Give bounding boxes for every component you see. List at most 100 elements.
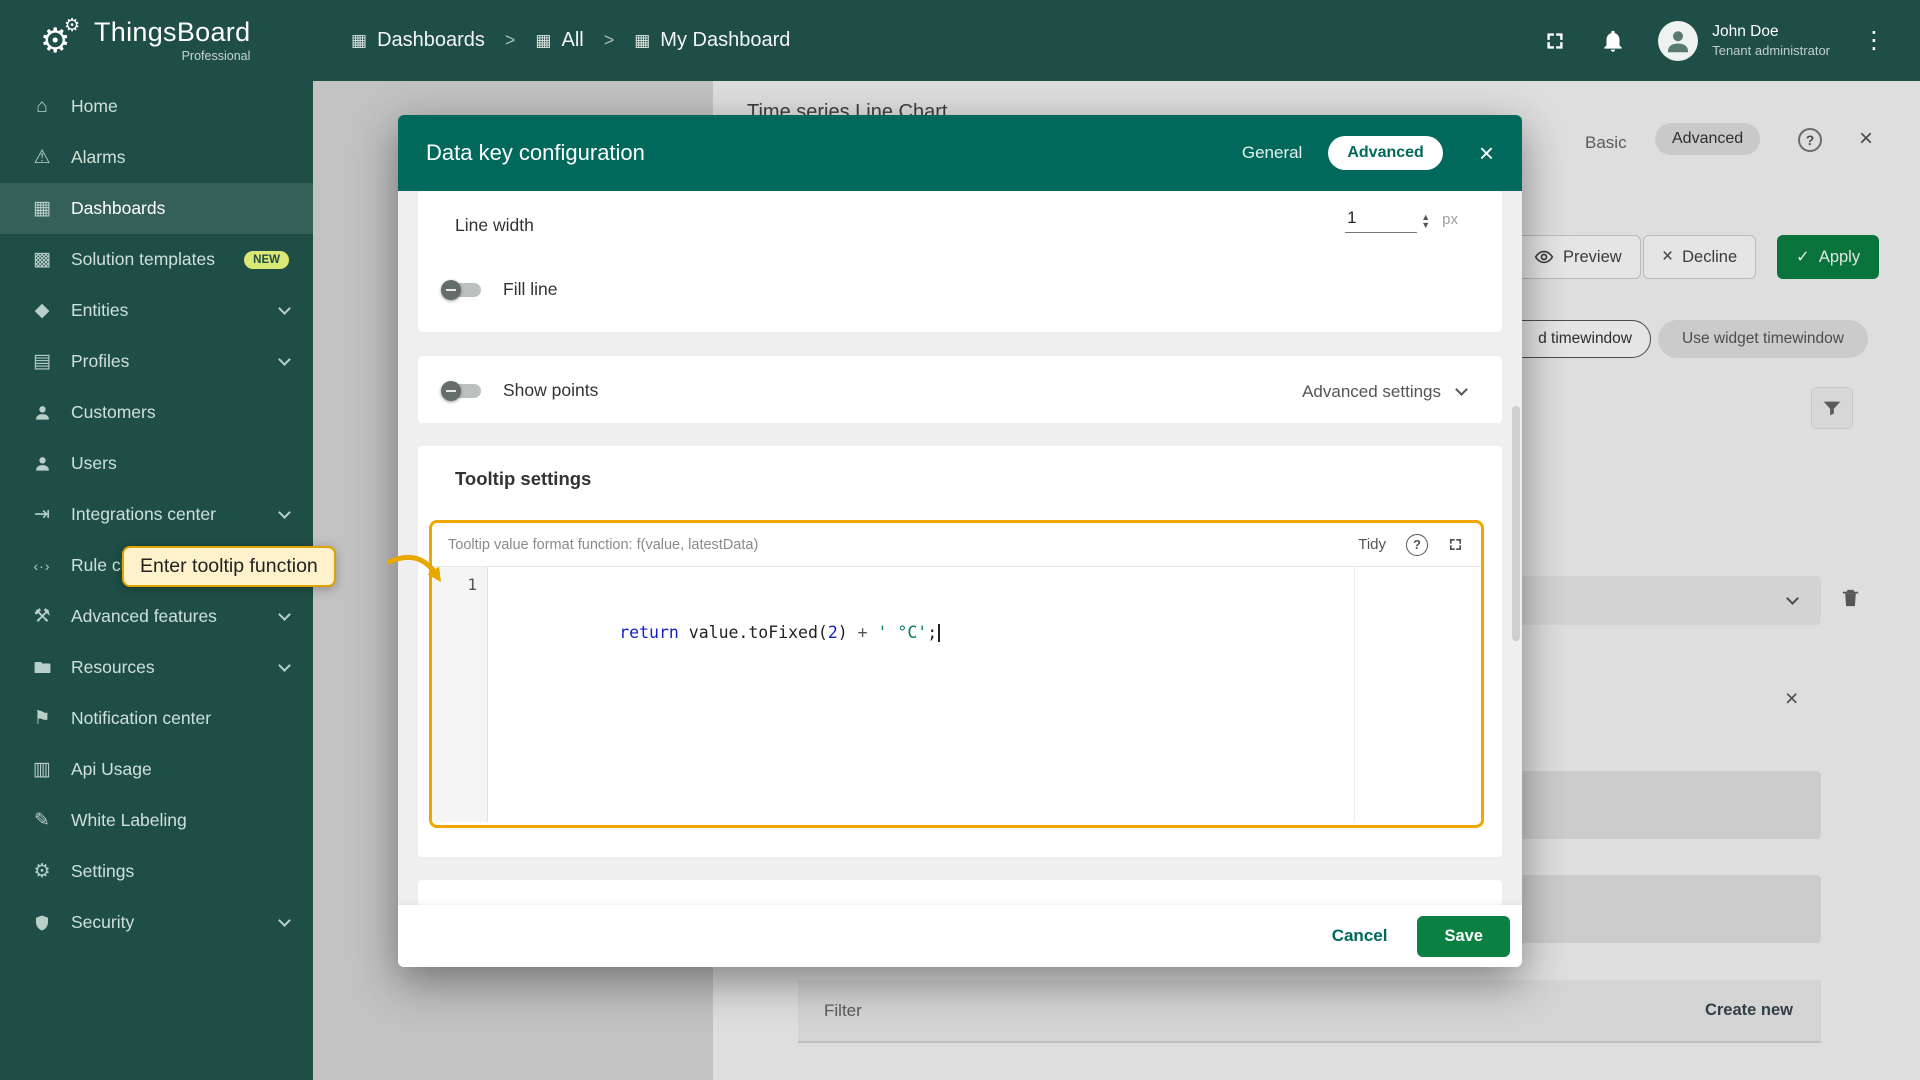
avatar [1658, 21, 1698, 61]
print-margin-line [1354, 567, 1355, 822]
tooltip-function-editor: Tooltip value format function: f(value, … [429, 520, 1484, 828]
breadcrumb-item[interactable]: ▦ Dashboards [351, 29, 485, 52]
sidebar-item-label: Entities [71, 300, 272, 321]
user-menu[interactable]: John Doe Tenant administrator [1658, 21, 1830, 61]
breadcrumb: ▦ Dashboards > ▦All > ▦My Dashboard [351, 29, 790, 52]
sidebar-item-label: Security [71, 912, 272, 933]
advanced-features-icon: ⚒ [28, 605, 56, 628]
breadcrumb-separator: > [505, 30, 516, 51]
code-token [868, 623, 878, 642]
advanced-settings-label: Advanced settings [1302, 382, 1441, 402]
sidebar-item-notification-center[interactable]: ⚑Notification center [0, 693, 313, 744]
sidebar-item-label: Dashboards [71, 198, 289, 219]
tidy-button[interactable]: Tidy [1358, 536, 1386, 553]
breadcrumb-item[interactable]: ▦All [535, 29, 583, 52]
new-badge: NEW [244, 251, 289, 269]
solution-templates-icon: ▩ [28, 248, 56, 271]
breadcrumb-label: My Dashboard [660, 29, 790, 52]
sidebar-item-white-labeling[interactable]: ✎White Labeling [0, 795, 313, 846]
sidebar-item-label: Customers [71, 402, 289, 423]
app-subtitle: Professional [94, 49, 250, 63]
thingsboard-logo-icon: ⚙⚙ [40, 21, 84, 61]
sidebar-item-security[interactable]: Security [0, 897, 313, 948]
scrollbar-thumb[interactable] [1512, 406, 1520, 641]
integrations-icon: ⇥ [28, 503, 56, 526]
save-button[interactable]: Save [1417, 916, 1510, 957]
sidebar-item-label: Solution templates [71, 249, 236, 270]
user-role: Tenant administrator [1712, 43, 1830, 58]
sidebar-item-label: Alarms [71, 147, 289, 168]
dialog-footer: Cancel Save [398, 905, 1522, 967]
dashboards-icon: ▦ [28, 197, 56, 220]
user-name: John Doe [1712, 23, 1830, 41]
code-token: ; [927, 623, 937, 642]
show-points-label: Show points [503, 380, 598, 401]
sidebar-item-settings[interactable]: ⚙ Settings [0, 846, 313, 897]
sidebar-item-alarms[interactable]: ⚠ Alarms [0, 132, 313, 183]
tooltip-settings-card: Tooltip settings Tooltip value format fu… [418, 446, 1502, 857]
dialog-title: Data key configuration [426, 140, 645, 166]
sidebar-item-label: Users [71, 453, 289, 474]
number-stepper[interactable]: ▲▼ [1421, 213, 1430, 229]
security-icon [28, 914, 56, 932]
code-editor[interactable]: 1 return value.toFixed(2) + ' °C'; [432, 567, 1481, 822]
chevron-down-icon [278, 659, 291, 672]
sidebar-item-api-usage[interactable]: ▥Api Usage [0, 744, 313, 795]
points-settings-card: Show points Advanced settings [418, 356, 1502, 423]
dashboard-icon: ▦ [351, 31, 367, 51]
sidebar-item-entities[interactable]: ◆Entities [0, 285, 313, 336]
dialog-close-icon[interactable]: × [1479, 140, 1494, 166]
dialog-header: Data key configuration General Advanced … [398, 115, 1522, 191]
sidebar-item-users[interactable]: Users [0, 438, 313, 489]
code-token: 2 [828, 623, 838, 642]
chevron-down-icon [278, 608, 291, 621]
app-logo[interactable]: ⚙⚙ ThingsBoard Professional [0, 0, 313, 81]
code-token: + [858, 623, 868, 642]
code-token: value.toFixed( [679, 623, 828, 642]
more-options-kebab-icon[interactable]: ⋮ [1862, 29, 1886, 53]
text-cursor [938, 624, 940, 642]
sidebar-item-profiles[interactable]: ▤Profiles [0, 336, 313, 387]
tab-advanced[interactable]: Advanced [1328, 136, 1442, 170]
tab-general[interactable]: General [1242, 143, 1302, 163]
cancel-button[interactable]: Cancel [1310, 916, 1410, 956]
sidebar-item-advanced-features[interactable]: ⚒ Advanced features [0, 591, 313, 642]
line-number-gutter: 1 [432, 567, 488, 822]
resources-icon [28, 658, 56, 677]
sidebar-item-label: Advanced features [71, 606, 272, 627]
data-key-configuration-dialog: Data key configuration General Advanced … [398, 115, 1522, 967]
sidebar-item-solution-templates[interactable]: ▩ Solution templates NEW [0, 234, 313, 285]
callout-arrow [387, 548, 447, 596]
notifications-bell-icon[interactable] [1600, 28, 1626, 54]
top-bar: ⚙⚙ ThingsBoard Professional ▦ Dashboards >… [0, 0, 1920, 81]
sidebar-item-label: Home [71, 96, 289, 117]
rule-chains-icon: ‹·› [28, 558, 56, 574]
editor-fullscreen-icon[interactable] [1446, 535, 1465, 554]
fill-line-label: Fill line [503, 279, 557, 300]
line-width-input[interactable] [1345, 205, 1417, 233]
breadcrumb-label: Dashboards [377, 29, 485, 52]
sidebar-item-customers[interactable]: Customers [0, 387, 313, 438]
editor-help-icon[interactable]: ? [1406, 534, 1428, 556]
fullscreen-icon[interactable] [1542, 28, 1568, 54]
settings-icon: ⚙ [28, 860, 56, 883]
sidebar-item-label: Settings [71, 861, 289, 882]
sidebar-item-dashboards[interactable]: ▦ Dashboards [0, 183, 313, 234]
breadcrumb-separator: > [604, 30, 615, 51]
line-width-label: Line width [455, 215, 534, 236]
sidebar-item-resources[interactable]: Resources [0, 642, 313, 693]
breadcrumb-item[interactable]: ▦My Dashboard [634, 29, 790, 52]
tutorial-callout: Enter tooltip function [122, 546, 336, 587]
tooltip-function-label: Tooltip value format function: f(value, … [448, 537, 1358, 553]
fill-line-toggle[interactable] [441, 280, 485, 300]
show-points-toggle[interactable] [441, 381, 485, 401]
api-usage-icon: ▥ [28, 758, 56, 781]
next-settings-card [418, 880, 1502, 905]
sidebar-item-integrations-center[interactable]: ⇥Integrations center [0, 489, 313, 540]
home-icon: ⌂ [28, 96, 56, 118]
tooltip-settings-heading: Tooltip settings [455, 468, 591, 490]
advanced-settings-expander[interactable]: Advanced settings [1302, 382, 1466, 402]
profiles-icon: ▤ [28, 350, 56, 373]
alarms-icon: ⚠ [28, 146, 56, 169]
sidebar-item-home[interactable]: ⌂ Home [0, 81, 313, 132]
